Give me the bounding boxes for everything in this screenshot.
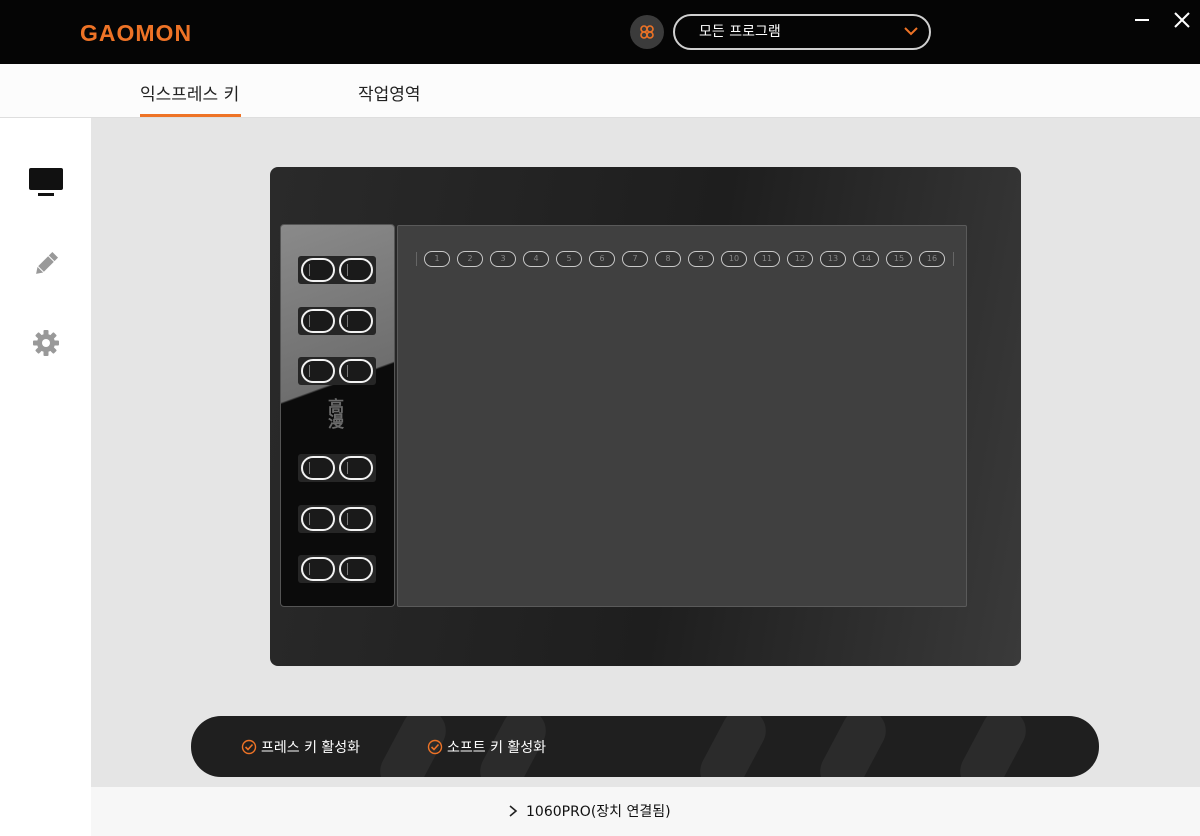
tablet-brand-mark: 高漫 <box>325 398 344 428</box>
soft-key-12[interactable]: 12 <box>787 251 813 267</box>
title-bar: GAOMON 모든 프로그램 <box>0 0 1200 64</box>
monitor-icon <box>29 168 63 196</box>
chevron-down-icon <box>904 27 918 36</box>
express-key-7[interactable] <box>301 456 335 480</box>
soft-key-15[interactable]: 15 <box>886 251 912 267</box>
active-tab-indicator <box>140 114 241 117</box>
express-key-row <box>298 307 376 335</box>
tab-bar: 익스프레스 키 작업영역 <box>0 64 1200 118</box>
express-key-3[interactable] <box>301 309 335 333</box>
express-key-row <box>298 454 376 482</box>
device-selector[interactable]: 1060PRO(장치 연결됨) <box>508 801 671 821</box>
express-key-row <box>298 256 376 284</box>
decor-stripe <box>952 716 1034 777</box>
express-key-row <box>298 555 376 583</box>
program-icon-button[interactable] <box>630 15 664 49</box>
soft-key-2[interactable]: 2 <box>457 251 483 267</box>
sidebar <box>0 118 91 836</box>
express-key-row <box>298 505 376 533</box>
decor-stripe <box>812 716 894 777</box>
check-circle-icon <box>427 739 443 755</box>
soft-key-9[interactable]: 9 <box>688 251 714 267</box>
decor-stripe <box>692 716 774 777</box>
soft-key-11[interactable]: 11 <box>754 251 780 267</box>
express-key-2[interactable] <box>339 258 373 282</box>
soft-key-label: 소프트 키 활성화 <box>447 740 547 756</box>
sidebar-item-display[interactable] <box>26 164 66 200</box>
soft-key-4[interactable]: 4 <box>523 251 549 267</box>
soft-key-7[interactable]: 7 <box>622 251 648 267</box>
soft-key-6[interactable]: 6 <box>589 251 615 267</box>
express-key-1[interactable] <box>301 258 335 282</box>
express-key-8[interactable] <box>339 456 373 480</box>
soft-key-10[interactable]: 10 <box>721 251 747 267</box>
program-select-value: 모든 프로그램 <box>699 24 781 40</box>
soft-key-14[interactable]: 14 <box>853 251 879 267</box>
tablet-work-area <box>397 225 967 607</box>
program-select[interactable]: 모든 프로그램 <box>673 14 931 50</box>
tab-work-area[interactable]: 작업영역 <box>358 80 421 105</box>
hotkey-strip: 1 2 3 4 5 6 7 8 9 10 11 12 13 14 15 16 <box>421 251 951 268</box>
minimize-button[interactable] <box>1130 8 1154 32</box>
minimize-icon <box>1135 19 1149 21</box>
device-label: 1060PRO(장치 연결됨) <box>526 804 671 820</box>
soft-key-3[interactable]: 3 <box>490 251 516 267</box>
soft-key-8[interactable]: 8 <box>655 251 681 267</box>
express-key-4[interactable] <box>339 309 373 333</box>
soft-key-13[interactable]: 13 <box>820 251 846 267</box>
express-key-5[interactable] <box>301 359 335 383</box>
close-icon <box>1174 12 1190 28</box>
express-key-11[interactable] <box>301 557 335 581</box>
express-key-6[interactable] <box>339 359 373 383</box>
soft-key-toggle[interactable]: 소프트 키 활성화 <box>427 737 546 757</box>
express-key-9[interactable] <box>301 507 335 531</box>
gear-icon <box>33 330 59 356</box>
check-circle-icon <box>241 739 257 755</box>
soft-key-16[interactable]: 16 <box>919 251 945 267</box>
close-button[interactable] <box>1170 8 1194 32</box>
gaomon-logo: GAOMON <box>80 20 193 46</box>
activation-bar: 프레스 키 활성화 소프트 키 활성화 <box>191 716 1099 777</box>
chevron-right-icon <box>509 805 518 817</box>
pen-icon <box>36 251 59 274</box>
express-key-12[interactable] <box>339 557 373 581</box>
express-key-row <box>298 357 376 385</box>
express-key-10[interactable] <box>339 507 373 531</box>
sidebar-item-settings[interactable] <box>26 325 66 361</box>
press-key-label: 프레스 키 활성화 <box>261 740 361 756</box>
soft-key-1[interactable]: 1 <box>424 251 450 267</box>
flower-icon <box>640 25 654 39</box>
sidebar-item-pen[interactable] <box>26 246 66 282</box>
press-key-toggle[interactable]: 프레스 키 활성화 <box>241 737 360 757</box>
soft-key-5[interactable]: 5 <box>556 251 582 267</box>
tab-express-keys[interactable]: 익스프레스 키 <box>140 80 239 105</box>
